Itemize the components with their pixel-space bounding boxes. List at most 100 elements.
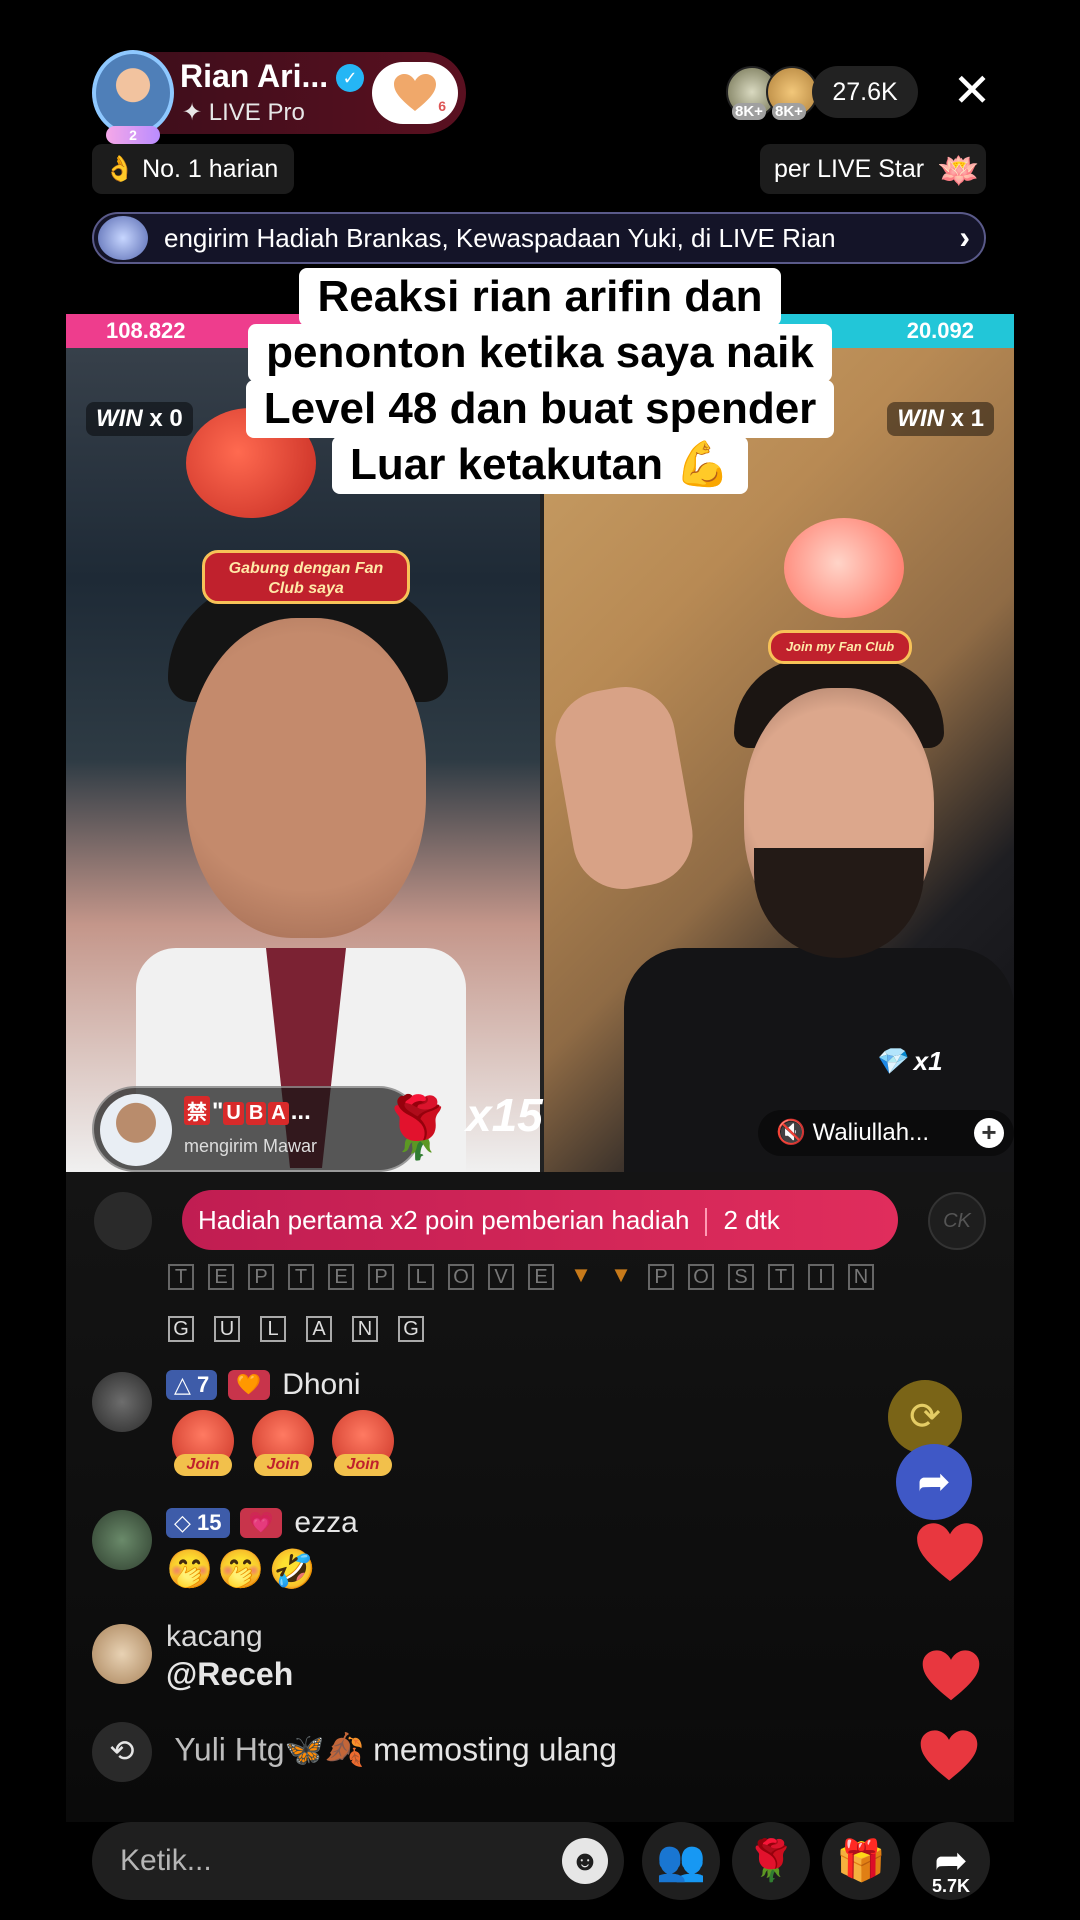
- top-viewers[interactable]: 8K+ 8K+: [726, 66, 826, 120]
- rose-icon: 🌹: [746, 1839, 796, 1883]
- join-label: Join: [174, 1454, 232, 1476]
- rose-icon: 🌹: [380, 1094, 455, 1161]
- chat-username: Dhoni: [282, 1368, 361, 1401]
- guest-name: Waliullah...: [812, 1119, 930, 1146]
- letter-tile: L: [260, 1316, 286, 1342]
- comment-input-pill[interactable]: ☻: [92, 1822, 624, 1900]
- join-sticker-icon: Join: [172, 1410, 234, 1476]
- letter-tile: L: [408, 1264, 434, 1290]
- right-gift-indicator: 💎 x1: [874, 1046, 943, 1077]
- bonus-timer: 2 dtk: [723, 1205, 780, 1235]
- letter-tile: T: [168, 1264, 194, 1290]
- top-viewer-badge: 8K+: [732, 103, 766, 120]
- heart-icon: [394, 74, 436, 111]
- add-guest-icon[interactable]: +: [974, 1118, 1004, 1148]
- ticker-icon: [98, 216, 148, 260]
- repost-icon: ⟲: [92, 1722, 152, 1782]
- gifter-tag: U: [223, 1102, 244, 1125]
- chat-message[interactable]: ◇ 15 💗 ezza: [166, 1506, 358, 1540]
- host-subtitle: ✦ LIVE Pro: [182, 99, 305, 126]
- chat-avatar[interactable]: [92, 1510, 152, 1570]
- chat-avatar[interactable]: [92, 1372, 152, 1432]
- user-level: 15: [197, 1510, 222, 1535]
- chat-message[interactable]: △ 7 🧡 Dhoni: [166, 1368, 361, 1402]
- chat-message[interactable]: kacang: [166, 1620, 263, 1654]
- repost-notice: ⟲ Yuli Htg🦋🍂 memosting ulang: [92, 1722, 617, 1782]
- letter-tile: T: [288, 1264, 314, 1290]
- chat-username: ezza: [294, 1506, 358, 1539]
- rose-gift-button[interactable]: 🌹: [732, 1822, 810, 1900]
- fan-badge-icon: 💗: [239, 1508, 282, 1538]
- letter-tile: E: [328, 1264, 354, 1290]
- right-host-hand: [547, 679, 701, 897]
- left-fan-club-button[interactable]: Gabung dengan Fan Club saya: [202, 550, 410, 604]
- viewer-count[interactable]: 27.6K: [812, 66, 918, 118]
- gifter-ellipsis: ...: [290, 1098, 311, 1125]
- gift-icon: 🎁: [836, 1839, 886, 1883]
- letter-tile: O: [448, 1264, 474, 1290]
- letter-tile: P: [648, 1264, 674, 1290]
- like-heart-icon: [922, 1650, 980, 1701]
- host-level-wing: 2: [106, 126, 160, 144]
- left-host-face: [186, 618, 426, 938]
- chat-mention-text: @Receh: [166, 1656, 294, 1692]
- share-button[interactable]: ➦ 5.7K: [912, 1822, 990, 1900]
- letter-tile: A: [306, 1316, 332, 1342]
- caption-line: penonton ketika saya naik: [248, 324, 832, 382]
- like-heart-icon: [920, 1730, 978, 1781]
- letter-message-row: T E P T E P L O V E ▼ ▼ P O S T I N: [168, 1264, 874, 1290]
- top-viewer-avatar[interactable]: 8K+: [766, 66, 818, 120]
- user-level-badge: ◇ 15: [166, 1508, 230, 1538]
- host-profile-pill[interactable]: 2 Rian Ari... ✓ ✦ LIVE Pro 6: [92, 50, 466, 144]
- gift-combo-count: x15: [466, 1089, 543, 1141]
- letter-tile: T: [768, 1264, 794, 1290]
- letter-tile: E: [208, 1264, 234, 1290]
- guests-button[interactable]: 👥: [642, 1822, 720, 1900]
- gifter-tag: 禁: [184, 1096, 210, 1125]
- chat-avatar[interactable]: [92, 1624, 152, 1684]
- live-star-chip[interactable]: per LIVE Star 🪷: [760, 144, 986, 194]
- comment-input[interactable]: [120, 1822, 540, 1900]
- chevron-right-icon[interactable]: ›: [959, 214, 970, 260]
- follow-heart-button[interactable]: 6: [372, 62, 458, 124]
- fan-badge-icon: 🧡: [227, 1370, 270, 1400]
- right-host-beard: [754, 848, 924, 958]
- emoji-icon[interactable]: ☻: [562, 1838, 608, 1884]
- close-icon[interactable]: ✕: [950, 67, 994, 114]
- letter-tile: S: [728, 1264, 754, 1290]
- gift-announcement-ticker[interactable]: engirim Hadiah Brankas, Kewaspadaan Yuki…: [92, 212, 986, 264]
- chat-emoji-message: 🤭🤭🤣: [166, 1549, 320, 1591]
- host-name: Rian Ari...: [180, 58, 329, 94]
- lotus-icon: 🪷: [937, 152, 980, 190]
- live-star-label: per LIVE Star: [774, 155, 925, 183]
- letter-message-row: G U L A N G: [168, 1316, 424, 1342]
- repost-text: memosting ulang: [373, 1731, 617, 1768]
- gift-button[interactable]: 🎁: [822, 1822, 900, 1900]
- daily-rank-chip[interactable]: 👌 No. 1 harian: [92, 144, 294, 194]
- hint-right-badge: CK: [928, 1192, 986, 1250]
- letter-tile: V: [488, 1264, 514, 1290]
- heart-tile-icon: ▼: [570, 1262, 592, 1287]
- first-gift-bonus-banner[interactable]: Hadiah pertama x2 poin pemberian hadiah 2…: [182, 1190, 898, 1250]
- people-icon: 👥: [656, 1839, 706, 1883]
- guest-mute-bar[interactable]: 🔇 Waliullah... +: [758, 1110, 1014, 1156]
- caption-line: Luar ketakutan 💪: [332, 436, 748, 494]
- chat-username: kacang: [166, 1620, 263, 1653]
- right-fan-club-button[interactable]: Join my Fan Club: [768, 630, 912, 664]
- user-level-badge: △ 7: [166, 1370, 218, 1400]
- letter-tile: P: [368, 1264, 394, 1290]
- host-avatar[interactable]: 2: [92, 50, 174, 144]
- gift-notification: 禁 " U B A... mengirim Mawar 🌹: [92, 1086, 455, 1172]
- muted-speaker-icon: 🔇: [776, 1119, 806, 1146]
- letter-tile: O: [688, 1264, 714, 1290]
- verified-icon: ✓: [336, 64, 364, 92]
- right-gift-count: x1: [913, 1046, 943, 1076]
- diamond-icon: 💎: [874, 1046, 907, 1076]
- user-level: 7: [197, 1372, 210, 1397]
- join-sticker-icon: Join: [332, 1410, 394, 1476]
- letter-tile: U: [214, 1316, 240, 1342]
- share-float-icon[interactable]: ➦: [896, 1444, 972, 1520]
- repost-float-icon[interactable]: ⟳: [888, 1380, 962, 1454]
- video-caption-overlay: Reaksi rian arifin dan penonton ketika s…: [0, 268, 1080, 494]
- ticker-text: engirim Hadiah Brankas, Kewaspadaan Yuki…: [164, 223, 836, 253]
